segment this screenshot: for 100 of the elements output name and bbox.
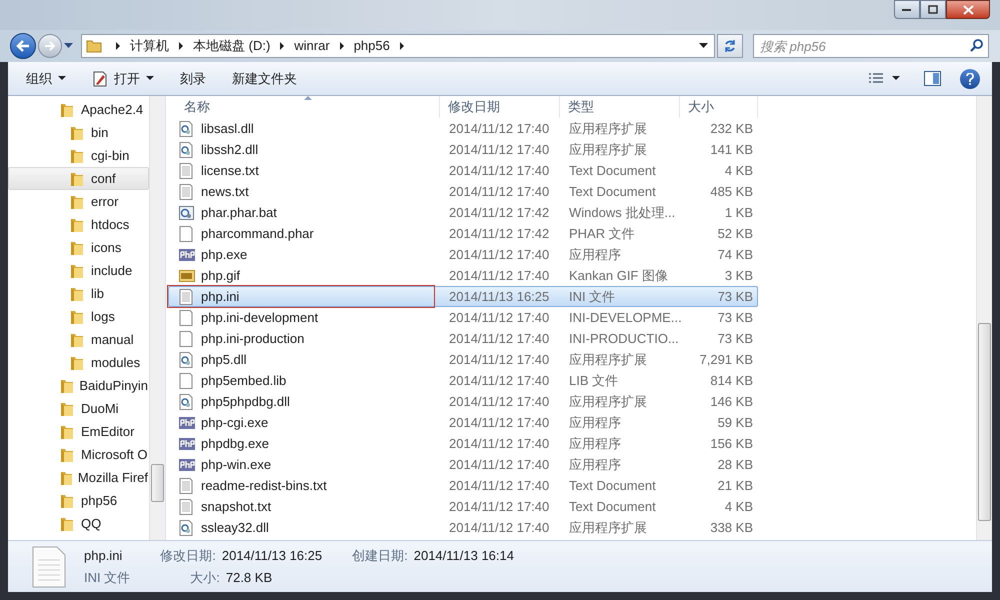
close-button[interactable] [946, 0, 990, 19]
toolbar-button[interactable]: 刻录 [170, 66, 216, 92]
text-file-icon [179, 478, 195, 494]
file-row[interactable]: php-win.exe 2014/11/12 17:40 应用程序 28 KB [168, 454, 758, 475]
help-button[interactable] [960, 68, 980, 88]
file-row[interactable]: libssh2.dll 2014/11/12 17:40 应用程序扩展 141 KB [168, 139, 758, 160]
sort-arrow-icon [304, 96, 312, 101]
tree-item[interactable]: include [8, 259, 149, 282]
folder-icon [69, 240, 85, 256]
modified-date: 2014/11/12 17:40 [448, 182, 550, 201]
tree-item[interactable]: lib [8, 282, 149, 305]
file-name: php.ini [84, 547, 124, 565]
file-size: 146 KB [709, 392, 754, 411]
breadcrumb[interactable]: php56 [354, 36, 390, 56]
scrollbar[interactable] [149, 96, 165, 540]
file-row[interactable]: php-cgi.exe 2014/11/12 17:40 应用程序 59 KB [168, 412, 758, 433]
file-type: 应用程序 [568, 414, 622, 432]
file-type: 应用程序 [568, 246, 622, 264]
file-size: 73 KB [716, 288, 754, 306]
tree-item[interactable]: error [8, 190, 149, 213]
notepad-icon [92, 70, 108, 86]
modified-date: 2014/11/12 17:40 [448, 434, 550, 453]
scrollbar-thumb[interactable] [151, 464, 164, 502]
file-row[interactable]: php.ini-development 2014/11/12 17:40 INI-DEVELOPME... 73 KB [168, 307, 758, 328]
file-name: libssh2.dll [201, 140, 258, 159]
folder-icon [59, 378, 74, 394]
column-header[interactable]: 大小 [680, 96, 758, 118]
chevron-icon [338, 42, 345, 50]
file-row[interactable]: php.ini-production 2014/11/12 17:40 INI-PRODUCTIO... 73 KB [168, 328, 758, 349]
address-bar[interactable]: 计算机 本地磁盘 (D:) winrar php56 [81, 34, 715, 58]
file-row[interactable]: php5phpdbg.dll 2014/11/12 17:40 应用程序扩展 146 KB [168, 391, 758, 412]
file-row[interactable]: readme-redist-bins.txt 2014/11/12 17:40 Text Document 21 KB [168, 475, 758, 496]
tree-item[interactable]: conf [8, 167, 149, 190]
dropdown-caret-icon[interactable] [699, 43, 708, 49]
tree-item[interactable]: icons [8, 236, 149, 259]
file-type: Kankan GIF 图像 [568, 266, 669, 285]
breadcrumb[interactable]: winrar [294, 36, 330, 56]
tree-item[interactable]: EmEditor [8, 420, 149, 443]
toolbar-button[interactable]: 组织 [16, 66, 76, 92]
file-row[interactable]: php5.dll 2014/11/12 17:40 应用程序扩展 7,291 KB [168, 349, 758, 370]
search-field[interactable]: 搜索 php56 [753, 34, 989, 58]
file-size: 28 KB [716, 456, 754, 474]
folder-icon [69, 170, 85, 186]
breadcrumb[interactable]: 计算机 [130, 36, 169, 56]
toolbar-button[interactable]: 新建文件夹 [222, 66, 307, 92]
file-row[interactable]: ssleay32.dll 2014/11/12 17:40 应用程序扩展 338 KB [168, 517, 758, 538]
file-name: php.gif [201, 266, 240, 285]
file-row[interactable]: php5embed.lib 2014/11/12 17:40 LIB 文件 814 KB [168, 370, 758, 391]
history-caret-icon[interactable] [64, 43, 73, 49]
file-size: 4 KB [724, 162, 754, 180]
file-row[interactable]: news.txt 2014/11/12 17:40 Text Document 485 KB [168, 181, 758, 202]
file-type: 应用程序扩展 [568, 518, 648, 537]
refresh-button[interactable] [717, 34, 743, 58]
back-button[interactable] [10, 33, 36, 59]
file-icon [179, 372, 195, 388]
tree-item[interactable]: manual [8, 328, 149, 351]
breadcrumb[interactable]: 本地磁盘 (D:) [193, 36, 270, 56]
scrollbar[interactable] [976, 96, 992, 540]
tree-item[interactable]: logs [8, 305, 149, 328]
file-size: 156 KB [709, 434, 754, 453]
folder-icon [69, 332, 85, 348]
gear-file-icon [179, 394, 195, 410]
tree-item[interactable]: modules [8, 351, 149, 374]
file-row[interactable]: pharcommand.phar 2014/11/12 17:42 PHAR 文件 52 KB [168, 223, 758, 244]
maximize-button[interactable] [920, 0, 946, 19]
text-file-icon [179, 288, 195, 304]
tree-item[interactable]: php56 [8, 489, 149, 512]
file-row[interactable]: php.gif 2014/11/12 17:40 Kankan GIF 图像 3 KB [168, 265, 758, 286]
file-name: php-win.exe [201, 456, 272, 474]
file-size: 3 KB [724, 266, 754, 285]
modified-date: 2014/11/12 17:40 [448, 330, 550, 348]
tree-item[interactable]: htdocs [8, 213, 149, 236]
file-row[interactable]: phpdbg.exe 2014/11/12 17:40 应用程序 156 KB [168, 433, 758, 454]
php-icon [179, 414, 195, 430]
modified-date: 2014/11/12 17:42 [448, 204, 550, 222]
file-name: license.txt [201, 162, 259, 180]
tree-item[interactable]: Apache2.4 [8, 98, 149, 121]
file-row[interactable]: php.exe 2014/11/12 17:40 应用程序 74 KB [168, 244, 758, 265]
modified-date: 2014/11/12 17:40 [448, 476, 550, 495]
gear-file-icon [179, 120, 195, 136]
minimize-button[interactable] [894, 0, 920, 19]
modified-date: 2014/11/12 17:40 [448, 162, 550, 180]
php-icon [179, 246, 195, 262]
tree-item[interactable]: cgi-bin [8, 144, 149, 167]
modified-date: 2014/11/12 17:40 [448, 350, 550, 369]
tree-item[interactable]: BaiduPinyin [8, 374, 149, 397]
file-row[interactable]: snapshot.txt 2014/11/12 17:40 Text Document 4 KB [168, 496, 758, 517]
toolbar-button[interactable]: 打开 [82, 66, 164, 92]
tree-item[interactable]: DuoMi [8, 397, 149, 420]
scrollbar-thumb[interactable] [978, 323, 991, 521]
file-row[interactable]: phar.phar.bat 2014/11/12 17:42 Windows 批处理... 1 KB [168, 202, 758, 223]
tree-item[interactable]: QQ [8, 512, 149, 535]
column-header[interactable]: 修改日期 [440, 96, 560, 118]
tree-item[interactable]: Microsoft O [8, 443, 149, 466]
file-row[interactable]: license.txt 2014/11/12 17:40 Text Document 4 KB [168, 160, 758, 181]
tree-item[interactable]: Mozilla Firef [8, 466, 149, 489]
tree-item[interactable]: bin [8, 121, 149, 144]
column-header[interactable]: 类型 [560, 96, 680, 118]
file-row[interactable]: libsasl.dll 2014/11/12 17:40 应用程序扩展 232 KB [168, 118, 758, 139]
file-row[interactable]: php.ini 2014/11/13 16:25 INI 文件 73 KB [168, 286, 758, 307]
